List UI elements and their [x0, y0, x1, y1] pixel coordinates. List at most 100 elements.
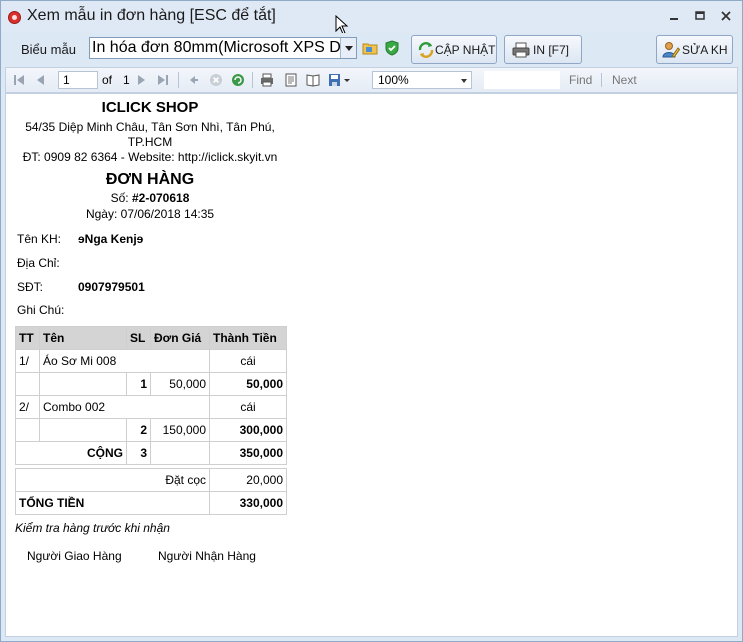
item-empty-cell — [15, 418, 40, 442]
item-name: Áo Sơ Mi 008 — [39, 349, 210, 373]
item-tt: 2/ — [15, 395, 40, 419]
customer-note-label: Ghi Chú: — [17, 303, 65, 317]
document-title: ĐƠN HÀNG — [105, 171, 195, 188]
customer-name-value: ɘNga Kenjɘ — [78, 232, 144, 246]
report-viewer-toolbar: 1 of 1 100% Find Next — [5, 67, 738, 93]
table-row: 1 50,000 50,000 — [15, 372, 287, 396]
page-setup-icon[interactable] — [306, 73, 320, 87]
user-edit-icon — [662, 42, 680, 58]
previous-page-icon[interactable] — [34, 73, 48, 87]
order-number-label: Số: — [110, 191, 129, 205]
item-unit: cái — [209, 349, 287, 373]
printer-icon[interactable] — [260, 73, 274, 87]
grand-total-label: TỔNG TIỀN — [15, 491, 210, 515]
update-button-label: CẬP NHẬT — [435, 43, 496, 57]
item-tt: 1/ — [15, 349, 40, 373]
page-of-label: of — [102, 73, 113, 87]
edit-customer-button[interactable]: SỬA KH — [656, 35, 733, 64]
items-table-header: TT Tên SL Đơn Giá Thành Tiền — [15, 326, 287, 350]
item-price: 150,000 — [150, 418, 210, 442]
shield-check-icon[interactable] — [384, 40, 400, 56]
shop-contact: ĐT: 0909 82 6364 - Website: http://iclic… — [22, 150, 278, 164]
item-qty: 2 — [126, 418, 151, 442]
item-empty-cell — [39, 418, 127, 442]
sum-total: 350,000 — [209, 441, 287, 465]
current-page-input[interactable]: 1 — [58, 71, 98, 89]
item-name: Combo 002 — [39, 395, 210, 419]
stop-icon[interactable] — [209, 73, 223, 87]
signer-receiver: Người Nhận Hàng — [158, 549, 256, 563]
find-link[interactable]: Find — [569, 73, 592, 87]
zoom-select[interactable]: 100% — [372, 71, 472, 89]
deposit-label: Đặt cọc — [15, 468, 210, 492]
item-price: 50,000 — [150, 372, 210, 396]
grand-total-row: TỔNG TIỀN 330,000 — [15, 491, 287, 515]
update-button[interactable]: CẬP NHẬT — [411, 35, 497, 64]
order-date-label: Ngày: — [85, 207, 118, 221]
col-header-qty: SL — [126, 326, 151, 350]
print-button-label: IN [F7] — [533, 43, 570, 57]
col-header-total: Thành Tiền — [209, 326, 287, 350]
col-header-name: Tên — [39, 326, 127, 350]
item-unit: cái — [209, 395, 287, 419]
export-icon[interactable] — [328, 73, 342, 87]
chevron-down-icon[interactable] — [343, 73, 351, 87]
find-next-link[interactable]: Next — [612, 73, 637, 87]
minimize-icon[interactable] — [667, 10, 681, 22]
folder-icon[interactable] — [362, 40, 378, 56]
sum-label: CỘNG — [15, 441, 127, 465]
deposit-value: 20,000 — [209, 468, 287, 492]
mouse-cursor-icon — [335, 15, 349, 35]
printer-icon — [512, 42, 530, 58]
report-page: ICLICK SHOP 54/35 Diệp Minh Châu, Tân Sơ… — [5, 93, 738, 637]
order-number-value: #2-070618 — [131, 191, 190, 205]
first-page-icon[interactable] — [12, 73, 26, 87]
close-icon[interactable] — [719, 10, 733, 22]
order-date-value: 07/06/2018 14:35 — [120, 207, 215, 221]
col-header-price: Đơn Giá — [150, 326, 210, 350]
table-row: 2/ Combo 002 cái — [15, 395, 287, 419]
maximize-icon[interactable] — [693, 10, 707, 22]
receipt-note: Kiểm tra hàng trước khi nhận — [15, 521, 170, 535]
col-header-tt: TT — [15, 326, 40, 350]
item-qty: 1 — [126, 372, 151, 396]
title-bar: Xem mẫu in đơn hàng [ESC để tắt] — [1, 1, 742, 35]
sum-row: CỘNG 3 350,000 — [15, 441, 287, 465]
find-divider — [601, 73, 602, 87]
last-page-icon[interactable] — [156, 73, 170, 87]
order-date: Ngày: 07/06/2018 14:35 — [6, 207, 294, 221]
main-toolbar: Biểu mẫu In hóa đơn 80mm(Microsoft XPS D… — [1, 33, 742, 65]
shop-name: ICLICK SHOP — [101, 99, 199, 116]
print-layout-icon[interactable] — [284, 73, 298, 87]
signer-delivery: Người Giao Hàng — [27, 549, 122, 563]
order-number: Số: #2-070618 — [6, 191, 294, 205]
item-empty-cell — [39, 372, 127, 396]
table-row: 2 150,000 300,000 — [15, 418, 287, 442]
deposit-row: Đặt cọc 20,000 — [15, 468, 287, 492]
next-page-icon[interactable] — [134, 73, 148, 87]
item-total: 50,000 — [209, 372, 287, 396]
template-select-value: In hóa đơn 80mm(Microsoft XPS Document W… — [92, 39, 356, 56]
print-button[interactable]: IN [F7] — [504, 35, 582, 64]
grand-total-value: 330,000 — [209, 491, 287, 515]
shop-address-line2: TP.HCM — [127, 135, 173, 149]
customer-phone-value: 0907979501 — [78, 280, 145, 294]
window-title: Xem mẫu in đơn hàng [ESC để tắt] — [27, 7, 276, 24]
item-total: 300,000 — [209, 418, 287, 442]
back-icon[interactable] — [186, 73, 200, 87]
template-select[interactable]: In hóa đơn 80mm(Microsoft XPS Document W… — [89, 37, 357, 59]
find-input[interactable] — [484, 71, 560, 89]
total-pages: 1 — [123, 73, 130, 87]
edit-customer-button-label: SỬA KH — [682, 43, 728, 57]
customer-phone-label: SĐT: — [17, 280, 44, 294]
refresh-icon[interactable] — [231, 73, 245, 87]
sum-empty-cell — [150, 441, 210, 465]
table-row: 1/ Áo Sơ Mi 008 cái — [15, 349, 287, 373]
customer-address-label: Địa Chỉ: — [17, 256, 60, 270]
toolbar-divider — [252, 72, 253, 88]
sum-qty: 3 — [126, 441, 151, 465]
totals-table: Đặt cọc 20,000 TỔNG TIỀN 330,000 — [15, 468, 287, 515]
chevron-down-icon[interactable] — [340, 38, 356, 58]
items-table: TT Tên SL Đơn Giá Thành Tiền 1/ Áo Sơ Mi… — [15, 326, 287, 465]
preview-window: Xem mẫu in đơn hàng [ESC để tắt] Biểu mẫ… — [0, 0, 743, 642]
